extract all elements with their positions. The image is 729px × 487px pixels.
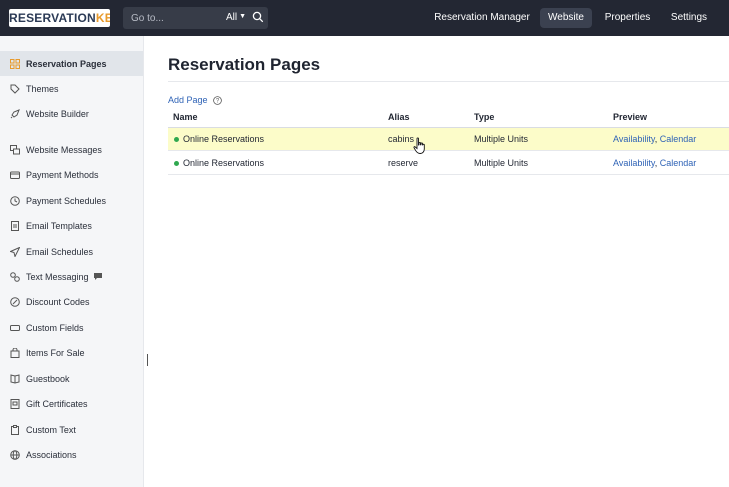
search-input[interactable] [131,7,221,29]
sidebar-item-gift-certificates[interactable]: Gift Certificates [0,391,143,416]
row-preview: Availability, Calendar [613,152,696,175]
caret-down-icon: ▼ [239,13,247,20]
sidebar-item-label: Payment Schedules [26,195,107,206]
sidebar-item-label: Themes [26,83,59,94]
sidebar-item-label: Discount Codes [26,296,90,307]
table-row[interactable]: Online Reservations reserve Multiple Uni… [168,152,729,175]
sidebar-item-label: Gift Certificates [26,398,88,409]
row-alias: reserve [388,158,419,168]
discount-icon [10,296,20,307]
add-page-label: Add Page [168,95,208,105]
nav-settings[interactable]: Settings [664,8,714,28]
grid-icon [10,58,20,69]
sidebar-item-email-templates[interactable]: Email Templates [0,213,143,238]
row-type: Multiple Units [474,158,529,168]
row-name[interactable]: Online Reservations [183,128,264,151]
help-circle-icon[interactable]: ? [212,95,222,105]
search-icon[interactable] [251,10,265,24]
sidebar-item-label: Payment Methods [26,169,99,180]
sidebar-item-label: Email Schedules [26,246,94,257]
search-scope-label: All [226,12,238,23]
sidebar-item-associations[interactable]: Associations [0,442,143,467]
gift-icon [10,398,20,409]
status-dot-icon [174,161,179,166]
title-divider [168,81,729,82]
sidebar-item-custom-text[interactable]: Custom Text [0,417,143,442]
row-name[interactable]: Online Reservations [183,152,264,175]
sidebar-item-email-schedules[interactable]: Email Schedules [0,239,143,264]
availability-link[interactable]: Availability [613,158,655,168]
sidebar-item-website-messages[interactable]: Website Messages [0,137,143,162]
sidebar-item-themes[interactable]: Themes [0,76,143,101]
calendar-link[interactable]: Calendar [660,134,697,144]
field-icon [10,323,20,333]
tag-icon [10,84,20,94]
sidebar-item-text-messaging[interactable]: Text Messaging [0,264,143,289]
sidebar-item-label: Custom Text [26,424,76,435]
sidebar-item-label: Reservation Pages [26,58,107,69]
column-header-type[interactable]: Type [474,112,494,122]
status-dot-icon [174,137,179,142]
brand-logo[interactable]: RESERVATIONKEY [9,9,110,27]
sidebar-item-label: Text Messaging [26,271,89,282]
sidebar-item-guestbook[interactable]: Guestbook [0,366,143,391]
send-icon [10,246,20,257]
book-icon [10,373,20,384]
preview-separator: , [654,134,658,144]
sidebar-item-label: Items For Sale [26,347,85,358]
globe-icon [10,449,20,460]
nav-website[interactable]: Website [540,8,592,28]
add-page-link[interactable]: Add Page ? [168,95,222,105]
sidebar-item-payment-methods[interactable]: Payment Methods [0,162,143,187]
sidebar-item-label: Website Messages [26,144,102,155]
logo-text-key: KEY [95,11,110,25]
bag-icon [10,347,20,358]
chat-bubble-icon [93,272,103,281]
page-title: Reservation Pages [168,55,321,74]
panel-resize-handle[interactable] [147,354,148,366]
clock-icon [10,195,20,206]
row-alias: cabins [388,134,415,144]
column-header-name[interactable]: Name [173,112,198,122]
sidebar-item-discount-codes[interactable]: Discount Codes [0,289,143,314]
row-preview: Availability, Calendar [613,128,696,151]
table-row[interactable]: Online Reservations cabins Multiple Unit… [168,128,729,151]
row-type: Multiple Units [474,134,529,144]
sidebar-item-payment-schedules[interactable]: Payment Schedules [0,188,143,213]
sidebar-item-reservation-pages[interactable]: Reservation Pages [0,51,143,76]
sidebar-item-custom-fields[interactable]: Custom Fields [0,315,143,340]
sidebar-item-label: Email Templates [26,220,92,231]
nav-reservation-manager[interactable]: Reservation Manager [432,8,532,28]
sidebar-item-label: Guestbook [26,373,70,384]
credit-card-icon [10,170,20,180]
column-header-preview[interactable]: Preview [613,112,647,122]
messages-icon [10,144,20,155]
sidebar-item-website-builder[interactable]: Website Builder [0,101,143,126]
hand-pointer-cursor-icon [413,137,427,155]
sidebar: Reservation Pages Themes Website Builder… [0,36,144,487]
sidebar-item-label: Website Builder [26,108,89,119]
column-header-alias[interactable]: Alias [388,112,410,122]
document-icon [10,220,20,231]
nav-properties[interactable]: Properties [600,8,655,28]
sidebar-item-label: Associations [26,449,77,460]
calendar-link[interactable]: Calendar [660,158,697,168]
sidebar-item-label: Custom Fields [26,322,84,333]
search-scope-dropdown[interactable]: All ▼ [226,7,246,29]
availability-link[interactable]: Availability [613,134,655,144]
global-search [123,7,268,29]
logo-text-reservation: RESERVATION [9,11,96,25]
preview-separator: , [654,158,658,168]
sms-icon [10,271,20,282]
top-navbar: RESERVATIONKEY All▼ Reservation Manager … [0,0,729,36]
rocket-icon [10,108,20,119]
sidebar-item-items-for-sale[interactable]: Items For Sale [0,340,143,365]
clipboard-icon [10,424,20,435]
